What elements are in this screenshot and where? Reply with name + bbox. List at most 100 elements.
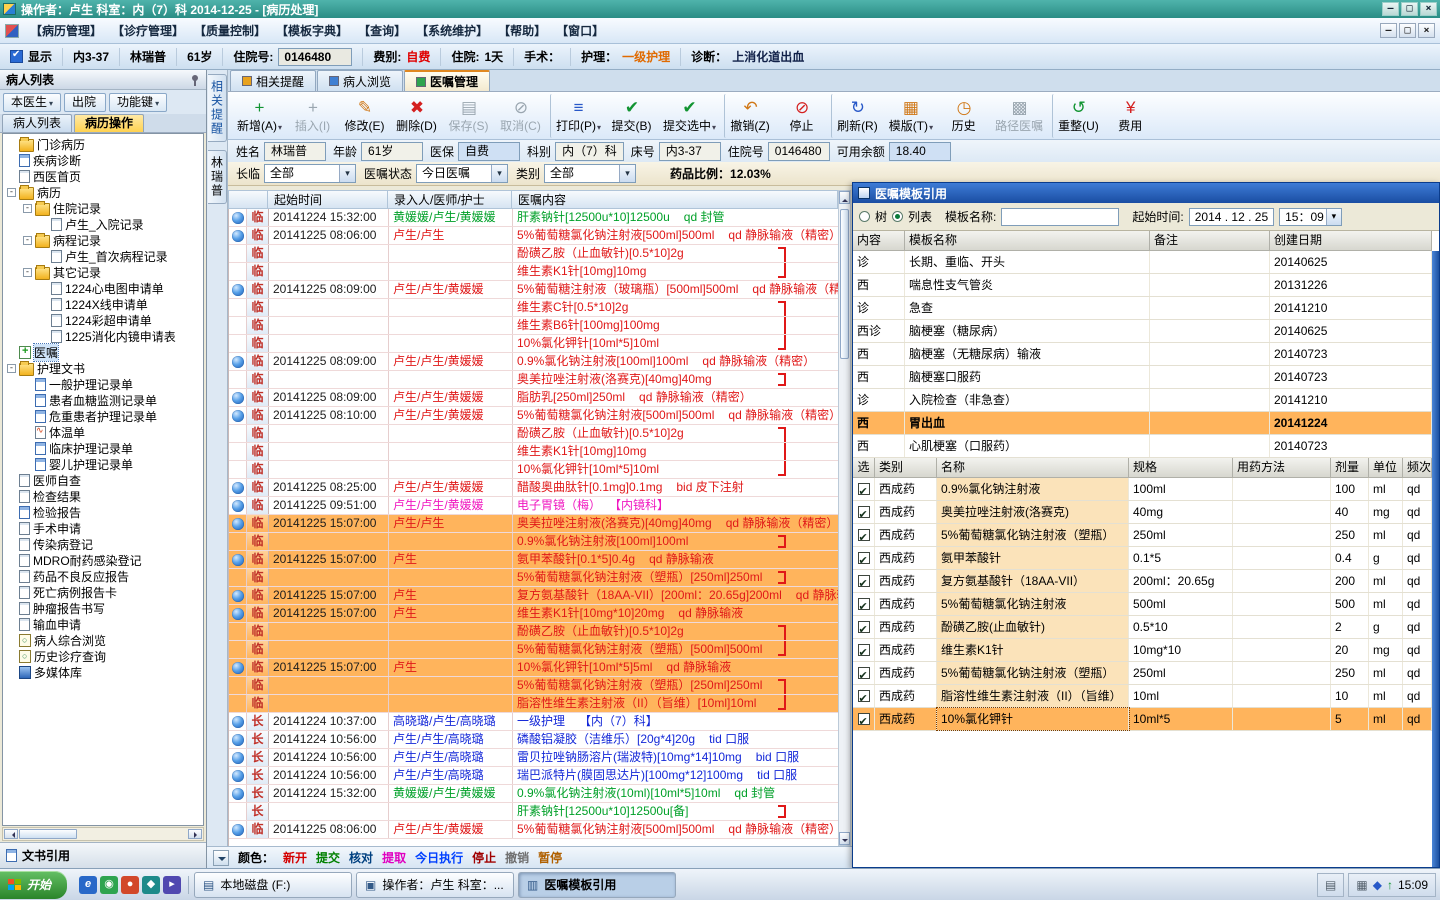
- tree-item[interactable]: 历史诊疗查询: [3, 648, 203, 664]
- meds-header-usage[interactable]: 用药方法: [1233, 458, 1331, 478]
- tree-item[interactable]: 疾病诊断: [3, 152, 203, 168]
- sidebar-tab[interactable]: 病历操作: [74, 114, 145, 132]
- scroll-down-arrow-icon[interactable]: [839, 832, 850, 845]
- template-med-row[interactable]: 西成药 奥美拉唑注射液(洛赛克) 40mg 40 mg qd: [853, 501, 1432, 524]
- start-date-field[interactable]: 2014 . 12 . 25: [1188, 207, 1275, 226]
- template-row[interactable]: 西诊 脑梗塞（糖尿病） 20140625: [853, 320, 1432, 343]
- toolbar-button[interactable]: ▤ 保存(S): [443, 94, 495, 138]
- orders-scroll-thumb[interactable]: [840, 209, 849, 359]
- maximize-button[interactable]: □: [1401, 2, 1418, 16]
- order-row[interactable]: 临 脂溶性维生素注射液（II）（旨维）[10ml]10ml: [229, 695, 838, 713]
- toolbar-button[interactable]: ✎ 修改(E): [339, 94, 391, 138]
- main-tab[interactable]: 相关提醒: [230, 70, 317, 91]
- quick-launch-icon[interactable]: ●: [121, 875, 140, 894]
- order-row[interactable]: 临 5%葡萄糖氯化钠注射液（塑瓶）[500ml]500ml: [229, 641, 838, 659]
- show-label[interactable]: 显示: [28, 48, 52, 65]
- tree-item[interactable]: 检查结果: [3, 488, 203, 504]
- close-button[interactable]: ×: [1420, 2, 1437, 16]
- menu-item[interactable]: 【系统维护】: [411, 22, 493, 39]
- scroll-right-arrow-icon[interactable]: [188, 829, 202, 839]
- orders-header-content[interactable]: 医嘱内容: [512, 190, 838, 209]
- quick-launch-icon[interactable]: ▸: [163, 875, 182, 894]
- tray-icon[interactable]: ↑: [1387, 878, 1393, 892]
- toolbar-button[interactable]: ▦ 模版(T)▾: [884, 94, 938, 138]
- tree-item[interactable]: 检验报告: [3, 504, 203, 520]
- tree-item[interactable]: 手术申请: [3, 520, 203, 536]
- menu-item[interactable]: 【窗口】: [551, 22, 609, 39]
- template-med-row[interactable]: 西成药 酚磺乙胺(止血敏针) 0.5*10 2 g qd: [853, 616, 1432, 639]
- tree-item[interactable]: 多媒体库: [3, 664, 203, 680]
- order-row[interactable]: 临 20141225 08:25:00 卢生/卢生/黄媛媛 醋酸奥曲肽针[0.1…: [229, 479, 838, 497]
- order-row[interactable]: 临 10%氯化钾针[10ml*5]10ml: [229, 335, 838, 353]
- meds-header-select[interactable]: 选: [853, 458, 875, 478]
- med-select-checkbox[interactable]: [857, 619, 870, 638]
- sidebar-toolbar-button[interactable]: 本医生 ▾: [3, 92, 62, 112]
- order-row[interactable]: 长 肝素钠针[12500u*10]12500u[备]: [229, 803, 838, 821]
- mdi-restore-button[interactable]: □: [1399, 23, 1416, 38]
- tree-expand-toggle[interactable]: -: [23, 203, 32, 213]
- order-row[interactable]: 临 5%葡萄糖氯化钠注射液（塑瓶）[250ml]250ml: [229, 677, 838, 695]
- tree-item[interactable]: 病人综合浏览: [3, 632, 203, 648]
- orders-header-start-time[interactable]: 起始时间: [268, 190, 388, 209]
- template-med-row[interactable]: 西成药 5%葡萄糖氯化钠注射液（塑瓶） 250ml 250 ml qd: [853, 524, 1432, 547]
- template-row[interactable]: 西 喘息性支气管炎 20131226: [853, 274, 1432, 297]
- toolbar-button[interactable]: ¥ 费用: [1105, 94, 1157, 138]
- start-time-field[interactable]: 15：09: [1279, 207, 1342, 226]
- patient-vertical-tab[interactable]: 林瑞普: [207, 150, 227, 204]
- med-select-checkbox[interactable]: [857, 504, 870, 523]
- taskbar-task-button[interactable]: ▣ 操作者：卢生 科室：...: [356, 871, 515, 898]
- orders-header-entered-by[interactable]: 录入人/医师/护士: [388, 190, 512, 209]
- meds-header-name[interactable]: 名称: [937, 458, 1129, 478]
- tree-item[interactable]: 卢生_首次病程记录: [3, 248, 203, 264]
- order-row[interactable]: 临 20141225 08:09:00 卢生/卢生/黄媛媛 脂肪乳[250ml]…: [229, 389, 838, 407]
- tree-item[interactable]: 一般护理记录单: [3, 376, 203, 392]
- med-select-checkbox[interactable]: [857, 688, 870, 707]
- template-med-row[interactable]: 西成药 10%氯化钾针 10ml*5 5 ml qd: [853, 707, 1432, 731]
- sidebar-tab[interactable]: 病人列表: [2, 114, 73, 132]
- template-row[interactable]: 诊 急查 20141210: [853, 297, 1432, 320]
- template-med-row[interactable]: 西成药 氨甲苯酸针 0.1*5 0.4 g qd: [853, 547, 1432, 570]
- order-row[interactable]: 临 20141225 15:07:00 卢生 氨甲苯酸针[0.1*5]0.4g q…: [229, 551, 838, 569]
- tree-item[interactable]: 医嘱: [3, 342, 203, 362]
- order-row[interactable]: 临 20141225 09:51:00 卢生/卢生/黄媛媛 电子胃镜（梅） 【内镜…: [229, 497, 838, 515]
- main-tab[interactable]: 医嘱管理: [404, 70, 491, 91]
- template-header-date[interactable]: 创建日期: [1270, 231, 1432, 251]
- meds-header-spec[interactable]: 规格: [1129, 458, 1233, 478]
- order-row[interactable]: 临 酚磺乙胺（止血敏针)[0.5*10]2g: [229, 425, 838, 443]
- template-row[interactable]: 西 胃出血 20141224: [853, 412, 1432, 435]
- menu-item[interactable]: 【模板字典】: [271, 22, 353, 39]
- meds-header-unit[interactable]: 单位: [1369, 458, 1403, 478]
- printer-icon[interactable]: ▤: [1325, 878, 1336, 892]
- toolbar-button[interactable]: ▩ 路径医嘱: [990, 94, 1049, 138]
- toolbar-button[interactable]: + 新增(A)▾: [232, 94, 287, 138]
- tree-item[interactable]: 西医首页: [3, 168, 203, 184]
- tree-item[interactable]: 患者血糖监测记录单: [3, 392, 203, 408]
- order-row[interactable]: 临 20141225 08:10:00 卢生/卢生/黄媛媛 5%葡萄糖氯化钠注射…: [229, 407, 838, 425]
- order-row[interactable]: 临 10%氯化钾针[10ml*5]10ml: [229, 461, 838, 479]
- quick-launch-icon[interactable]: e: [79, 875, 98, 894]
- order-row[interactable]: 临 20141225 08:06:00 卢生/卢生 5%葡萄糖氯化钠注射液[50…: [229, 227, 838, 245]
- tree-view-label[interactable]: 树: [875, 208, 887, 225]
- order-row[interactable]: 长 20141224 10:56:00 卢生/卢生/高晓璐 雷贝拉唑钠肠溶片(瑞…: [229, 749, 838, 767]
- tree-expand-toggle[interactable]: -: [7, 363, 16, 373]
- tree-item[interactable]: - 病程记录: [3, 232, 203, 248]
- tree-expand-toggle[interactable]: -: [23, 235, 32, 245]
- toolbar-button[interactable]: ⊘ 停止: [776, 94, 828, 138]
- order-row[interactable]: 临 20141225 08:09:00 卢生/卢生/黄媛媛 0.9%氯化钠注射液…: [229, 353, 838, 371]
- tree-item[interactable]: 肿瘤报告书写: [3, 600, 203, 616]
- tree-horizontal-scrollbar[interactable]: [2, 827, 204, 841]
- order-row[interactable]: 临 维生素B6针[100mg]100mg: [229, 317, 838, 335]
- order-row[interactable]: 临 酚磺乙胺（止血敏针)[0.5*10]2g: [229, 245, 838, 263]
- quick-launch-icon[interactable]: ◉: [100, 875, 119, 894]
- meds-header-frequency[interactable]: 频次: [1403, 458, 1432, 478]
- tree-item[interactable]: 婴儿护理记录单: [3, 456, 203, 472]
- tree-item[interactable]: - 住院记录: [3, 200, 203, 216]
- tree-item[interactable]: 输血申请: [3, 616, 203, 632]
- meds-header-dose[interactable]: 剂量: [1331, 458, 1369, 478]
- toolbar-button[interactable]: ✖ 删除(D): [391, 94, 443, 138]
- order-row[interactable]: 长 20141224 10:56:00 卢生/卢生/高晓璐 瑞巴派特片(膜固思达…: [229, 767, 838, 785]
- show-checkbox-icon[interactable]: [10, 49, 23, 63]
- tree-item[interactable]: 传染病登记: [3, 536, 203, 552]
- order-row[interactable]: 临 20141225 15:07:00 卢生 维生素K1针[10mg*10]20…: [229, 605, 838, 623]
- tree-item[interactable]: 1224心电图申请单: [3, 280, 203, 296]
